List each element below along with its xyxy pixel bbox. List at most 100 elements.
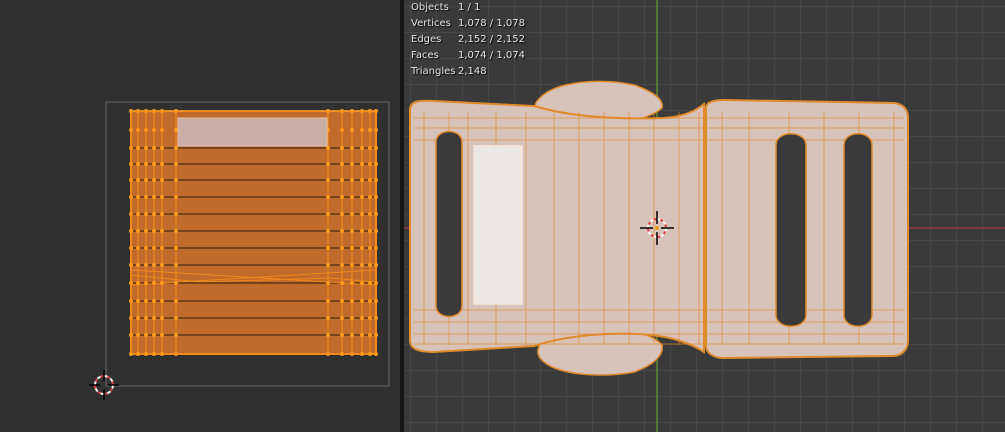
uv-vertex[interactable]	[174, 299, 178, 303]
uv-vertex[interactable]	[152, 146, 156, 150]
uv-vertex[interactable]	[368, 146, 372, 150]
uv-vertex[interactable]	[340, 128, 344, 132]
uv-vertex[interactable]	[136, 333, 140, 337]
uv-vertex[interactable]	[174, 146, 178, 150]
uv-vertex[interactable]	[368, 333, 372, 337]
uv-vertex[interactable]	[129, 299, 133, 303]
uv-vertex[interactable]	[374, 352, 378, 356]
uv-vertex[interactable]	[368, 212, 372, 216]
uv-vertex[interactable]	[136, 146, 140, 150]
uv-vertex[interactable]	[360, 109, 364, 113]
uv-vertex[interactable]	[174, 246, 178, 250]
uv-vertex[interactable]	[360, 178, 364, 182]
uv-vertex[interactable]	[129, 128, 133, 132]
uv-vertex[interactable]	[360, 246, 364, 250]
uv-vertex[interactable]	[326, 246, 330, 250]
uv-vertex[interactable]	[326, 281, 330, 285]
uv-vertex[interactable]	[340, 109, 344, 113]
uv-vertex[interactable]	[360, 352, 364, 356]
uv-vertex[interactable]	[152, 246, 156, 250]
uv-vertex[interactable]	[340, 263, 344, 267]
uv-vertex[interactable]	[152, 229, 156, 233]
uv-vertex[interactable]	[136, 195, 140, 199]
uv-vertex[interactable]	[152, 263, 156, 267]
uv-vertex[interactable]	[160, 281, 164, 285]
uv-vertex[interactable]	[326, 316, 330, 320]
uv-vertex[interactable]	[374, 263, 378, 267]
uv-vertex[interactable]	[144, 109, 148, 113]
uv-vertex[interactable]	[136, 281, 140, 285]
uv-vertex[interactable]	[160, 162, 164, 166]
uv-vertex[interactable]	[136, 352, 140, 356]
uv-vertex[interactable]	[136, 162, 140, 166]
uv-vertex[interactable]	[136, 128, 140, 132]
uv-vertex[interactable]	[152, 316, 156, 320]
uv-vertex[interactable]	[129, 281, 133, 285]
uv-vertex[interactable]	[136, 316, 140, 320]
uv-vertex[interactable]	[152, 178, 156, 182]
uv-vertex[interactable]	[174, 229, 178, 233]
uv-vertex[interactable]	[152, 109, 156, 113]
uv-vertex[interactable]	[326, 263, 330, 267]
3d-viewport[interactable]: Objects 1 / 1 Vertices 1,078 / 1,078 Edges…	[404, 0, 1005, 432]
uv-vertex[interactable]	[129, 316, 133, 320]
uv-vertex[interactable]	[374, 246, 378, 250]
uv-vertex[interactable]	[326, 162, 330, 166]
uv-vertex[interactable]	[144, 229, 148, 233]
uv-vertex[interactable]	[144, 146, 148, 150]
uv-vertex[interactable]	[340, 352, 344, 356]
uv-vertex[interactable]	[174, 281, 178, 285]
uv-vertex[interactable]	[350, 146, 354, 150]
uv-vertex[interactable]	[152, 299, 156, 303]
uv-vertex[interactable]	[174, 162, 178, 166]
uv-vertex[interactable]	[174, 128, 178, 132]
uv-vertex[interactable]	[368, 229, 372, 233]
uv-vertex[interactable]	[160, 128, 164, 132]
selected-face[interactable]	[473, 145, 523, 305]
uv-vertex[interactable]	[340, 146, 344, 150]
uv-vertex[interactable]	[368, 352, 372, 356]
uv-vertex[interactable]	[368, 162, 372, 166]
uv-vertex[interactable]	[129, 162, 133, 166]
uv-vertex[interactable]	[368, 299, 372, 303]
uv-vertex[interactable]	[129, 146, 133, 150]
uv-vertex[interactable]	[360, 162, 364, 166]
uv-vertex[interactable]	[340, 162, 344, 166]
uv-vertex[interactable]	[326, 212, 330, 216]
uv-vertex[interactable]	[152, 352, 156, 356]
uv-vertex[interactable]	[160, 246, 164, 250]
uv-vertex[interactable]	[160, 109, 164, 113]
buckle-mesh[interactable]	[409, 80, 909, 376]
uv-vertex[interactable]	[340, 246, 344, 250]
uv-vertex[interactable]	[368, 316, 372, 320]
uv-vertex[interactable]	[160, 195, 164, 199]
uv-vertex[interactable]	[360, 195, 364, 199]
uv-vertex[interactable]	[174, 333, 178, 337]
uv-vertex[interactable]	[340, 281, 344, 285]
2d-cursor-icon[interactable]	[89, 370, 119, 400]
uv-vertex[interactable]	[374, 281, 378, 285]
uv-vertex[interactable]	[326, 178, 330, 182]
uv-vertex[interactable]	[174, 263, 178, 267]
uv-vertex[interactable]	[374, 195, 378, 199]
uv-vertex[interactable]	[160, 178, 164, 182]
uv-vertex[interactable]	[350, 109, 354, 113]
uv-vertex[interactable]	[350, 212, 354, 216]
uv-vertex[interactable]	[160, 212, 164, 216]
uv-vertex[interactable]	[340, 316, 344, 320]
uv-vertex[interactable]	[350, 263, 354, 267]
uv-vertex[interactable]	[129, 246, 133, 250]
uv-selected-face[interactable]	[177, 117, 328, 147]
uv-vertex[interactable]	[340, 229, 344, 233]
uv-vertex[interactable]	[160, 316, 164, 320]
uv-vertex[interactable]	[326, 333, 330, 337]
uv-vertex[interactable]	[136, 229, 140, 233]
uv-vertex[interactable]	[129, 195, 133, 199]
uv-vertex[interactable]	[136, 109, 140, 113]
uv-vertex[interactable]	[368, 195, 372, 199]
uv-vertex[interactable]	[129, 352, 133, 356]
uv-vertex[interactable]	[340, 178, 344, 182]
uv-vertex[interactable]	[160, 146, 164, 150]
uv-vertex[interactable]	[350, 333, 354, 337]
uv-canvas[interactable]	[0, 0, 400, 432]
